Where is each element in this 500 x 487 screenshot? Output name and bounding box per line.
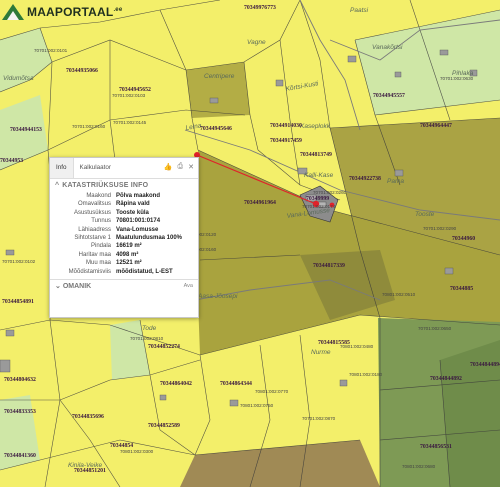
parcel-id: 70344854891 bbox=[2, 299, 34, 305]
parcel-id: 70344835696 bbox=[72, 414, 104, 420]
thumbs-up-icon[interactable]: 👍 bbox=[164, 163, 173, 171]
parcel-id: 70344841360 bbox=[4, 453, 36, 459]
parcel-code: 70801:002:0750 bbox=[240, 403, 274, 408]
place-name: Pama bbox=[387, 178, 404, 185]
parcel-id: 70344945646 bbox=[200, 126, 232, 132]
parcel-code: 70701:002:0630 bbox=[440, 76, 474, 81]
parcel-id: 70344813749 bbox=[300, 152, 332, 158]
section-owner[interactable]: ⌄ OMANIK Ava bbox=[50, 280, 198, 292]
parcel-code: 70801:002:0510 bbox=[382, 292, 416, 297]
field-row: Haritav maa 4098 m² bbox=[78, 251, 139, 258]
place-name: Kaseplokk bbox=[300, 123, 331, 130]
parcel-id: 70344922738 bbox=[349, 176, 381, 182]
place-name: Tode bbox=[142, 325, 157, 332]
parcel-id: 70344852589 bbox=[148, 423, 180, 429]
parcel-id: 70344852274 bbox=[148, 344, 180, 350]
parcel-code: 70701:002:0810 bbox=[130, 336, 164, 341]
tab-kalkulaator[interactable]: Kalkulaator bbox=[74, 158, 118, 178]
section-title: KATASTRIÜKSUSE INFO bbox=[62, 181, 149, 189]
field-row: Pindala 16619 m² bbox=[90, 243, 142, 250]
field-row: Omavalitsus Räpina vald bbox=[77, 201, 150, 208]
parcel-id: 70344961964 bbox=[244, 200, 276, 206]
parcel-code: 70701:002:0160 bbox=[72, 124, 106, 129]
popup-tools: 👍 ⎙ ✕ bbox=[164, 163, 194, 171]
parcel-id: 70344864042 bbox=[160, 381, 192, 387]
parcel-code: 70701:002:0103 bbox=[112, 93, 146, 98]
parcel-code: 70801:002:0180 bbox=[349, 372, 383, 377]
place-name: Nurme bbox=[311, 349, 331, 356]
owner-title: OMANIK bbox=[62, 282, 92, 290]
print-icon[interactable]: ⎙ bbox=[178, 163, 184, 171]
place-name: Aasa-Jõosepi bbox=[197, 293, 238, 300]
parcel-code: 70701:002:0650 bbox=[418, 326, 452, 331]
parcel-id: 70344856531 bbox=[420, 444, 452, 450]
field-row: Asustusüksus Tooste küla bbox=[73, 209, 149, 216]
maaportaal-logo[interactable]: MAAPORTAAL.ee bbox=[2, 2, 122, 22]
parcel-code: 70701:002:0145 bbox=[113, 120, 147, 125]
parcel-id: 70349999 bbox=[306, 196, 329, 202]
parcel-id: 70344844894 bbox=[470, 362, 500, 368]
parcel-id: 70344914030 bbox=[270, 123, 302, 129]
owner-open-link[interactable]: Ava bbox=[184, 283, 193, 289]
parcel-code: 70801:002:0770 bbox=[255, 389, 289, 394]
place-name: Vidumõtsa bbox=[3, 75, 34, 82]
place-name: Centripere bbox=[204, 73, 235, 80]
parcel-id: 70344960 bbox=[452, 236, 475, 242]
parcel-id: 70344851201 bbox=[74, 468, 106, 474]
cadastral-info-popup: Info Kalkulaator 👍 ⎙ ✕ ^ KATASTRIÜKSUSE … bbox=[49, 157, 199, 318]
parcel-code: 70801:002:0680 bbox=[402, 464, 436, 469]
parcel-code: 70701:002:0290 bbox=[423, 226, 457, 231]
parcel-code: 70701:002:0101 bbox=[34, 48, 68, 53]
parcel-id: 70344945557 bbox=[373, 93, 405, 99]
app-title: MAAPORTAAL.ee bbox=[27, 5, 123, 19]
parcel-code: 70701:002:0102 bbox=[2, 259, 36, 264]
popup-tabs: Info Kalkulaator 👍 ⎙ ✕ bbox=[50, 158, 198, 179]
parcel-code: 70801:002:0480 bbox=[340, 344, 374, 349]
maaportaal-logo-icon bbox=[2, 4, 24, 20]
parcel-id: 70344864344 bbox=[220, 381, 252, 387]
field-row: Lähiaadress Vana-Lomusse bbox=[78, 226, 159, 233]
parcel-id: 70344844892 bbox=[430, 376, 462, 382]
parcel-code: 70701:002:0260 bbox=[313, 190, 347, 195]
parcel-code: 70701:002:0870 bbox=[302, 416, 336, 421]
place-name: Vanakõrtsi bbox=[372, 44, 403, 51]
place-name: Kalli-Kase bbox=[304, 172, 334, 179]
field-row: Mõõdistamisviis mõõdistatud, L-EST bbox=[68, 268, 173, 275]
section-cadastral-info[interactable]: ^ KATASTRIÜKSUSE INFO bbox=[50, 179, 198, 191]
close-icon[interactable]: ✕ bbox=[188, 163, 194, 171]
parcel-id: 70344817339 bbox=[313, 263, 345, 269]
parcel-code: 70701:002:0174 bbox=[302, 204, 336, 209]
parcel-id: 70349976773 bbox=[244, 5, 276, 11]
parcel-id: 70344885 bbox=[450, 286, 473, 292]
field-row: Sihtotstarve 1 Maatulundusmaa 100% bbox=[74, 234, 183, 241]
field-row: Muu maa 12521 m² bbox=[85, 260, 142, 267]
parcel-id: 70344917459 bbox=[270, 138, 302, 144]
place-name: Vagne bbox=[247, 39, 266, 46]
parcel-id: 70344804632 bbox=[4, 377, 36, 383]
chevron-up-icon: ^ bbox=[55, 181, 60, 189]
field-list: Maakond Põlva maakond Omavalitsus Räpina v… bbox=[50, 191, 198, 276]
parcel-id: 70344953 bbox=[0, 158, 23, 164]
parcel-id: 70344944153 bbox=[10, 127, 42, 133]
chevron-down-icon: ⌄ bbox=[55, 282, 63, 290]
parcel-id: 70344935066 bbox=[66, 68, 98, 74]
tab-info[interactable]: Info bbox=[50, 158, 74, 178]
parcel-code: 70801:002:0300 bbox=[120, 449, 154, 454]
place-name: Tooste bbox=[415, 211, 435, 218]
field-row: Maakond Põlva maakond bbox=[86, 193, 161, 199]
place-name: Paatsi bbox=[350, 7, 369, 14]
parcel-id: 70344833353 bbox=[4, 409, 36, 415]
field-row: Tunnus 70801:001:0174 bbox=[91, 218, 161, 225]
parcel-id: 70344964447 bbox=[420, 123, 452, 129]
olive-area-north bbox=[186, 62, 250, 118]
